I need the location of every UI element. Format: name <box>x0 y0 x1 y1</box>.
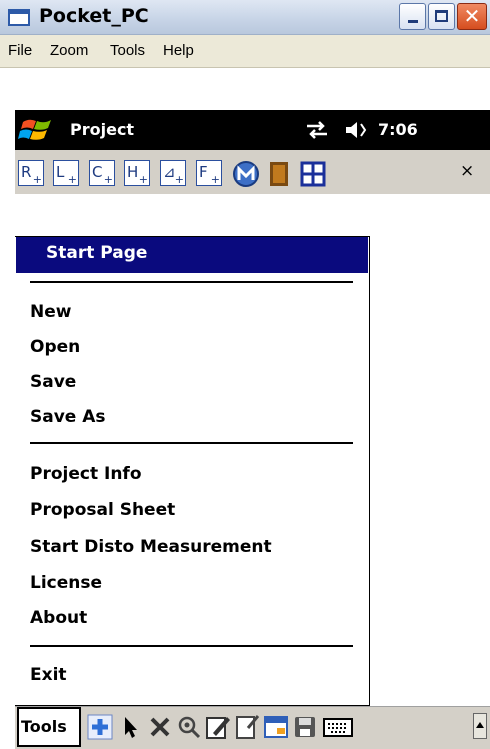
door-icon[interactable] <box>267 161 291 187</box>
maximize-icon <box>435 10 448 22</box>
speaker-icon[interactable] <box>344 120 370 140</box>
add-stair-label: ⊿ <box>163 163 176 181</box>
add-c-label: C <box>92 163 103 181</box>
up-arrow-button[interactable] <box>473 713 487 739</box>
menubar: File Zoom Tools Help <box>0 35 490 68</box>
add-r-plus: + <box>32 173 42 186</box>
device-clock[interactable]: 7:06 <box>378 120 418 139</box>
window-icon[interactable] <box>263 714 289 740</box>
add-f-button[interactable]: F + <box>196 160 222 186</box>
keyboard-icon[interactable] <box>322 714 354 740</box>
note-icon[interactable] <box>234 714 260 740</box>
add-icon[interactable] <box>87 714 113 740</box>
menu-item-project-info[interactable]: Project Info <box>30 464 142 484</box>
add-c-button[interactable]: C + <box>89 160 115 186</box>
add-f-plus: + <box>210 173 220 186</box>
menu-item-save-as[interactable]: Save As <box>30 407 106 427</box>
menu-item-start-page-label: Start Page <box>46 243 148 263</box>
window-app-icon <box>8 9 30 26</box>
save-icon[interactable] <box>292 714 318 740</box>
minimize-button[interactable] <box>399 3 426 30</box>
menu-zoom[interactable]: Zoom <box>50 42 88 59</box>
windows-start-icon[interactable] <box>17 114 61 146</box>
menu-item-license[interactable]: License <box>30 573 102 593</box>
menu-separator <box>30 281 353 283</box>
window-frame-icon[interactable] <box>300 161 326 187</box>
edit-icon[interactable] <box>205 714 231 740</box>
menu-item-proposal-sheet[interactable]: Proposal Sheet <box>30 500 175 520</box>
settings-icon[interactable] <box>176 714 202 740</box>
menu-help[interactable]: Help <box>163 42 194 59</box>
add-h-button[interactable]: H + <box>124 160 150 186</box>
connectivity-icon[interactable] <box>304 120 330 140</box>
menu-item-exit[interactable]: Exit <box>30 665 67 685</box>
add-c-plus: + <box>103 173 113 186</box>
close-button[interactable]: ✕ <box>457 3 487 30</box>
device-app-title: Project <box>70 120 135 139</box>
menu-file[interactable]: File <box>8 42 32 59</box>
maximize-button[interactable] <box>428 3 455 30</box>
add-r-label: R <box>21 163 32 181</box>
menu-item-new[interactable]: New <box>30 302 71 322</box>
minimize-icon <box>408 20 418 23</box>
tools-menu-button[interactable]: Tools <box>17 707 81 747</box>
device-screen-top <box>15 68 490 112</box>
menu-item-start-disto[interactable]: Start Disto Measurement <box>30 537 272 557</box>
window-titlebar: Pocket_PC ✕ <box>0 0 490 35</box>
up-arrow-icon <box>476 722 484 728</box>
window-title: Pocket_PC <box>39 5 149 27</box>
add-r-button[interactable]: R + <box>18 160 44 186</box>
menu-separator <box>30 645 353 647</box>
add-l-plus: + <box>67 173 77 186</box>
menu-tools[interactable]: Tools <box>110 42 145 59</box>
menu-item-about[interactable]: About <box>30 608 87 628</box>
menu-separator <box>30 442 353 444</box>
delete-icon[interactable] <box>147 714 173 740</box>
add-l-label: L <box>56 163 65 181</box>
pointer-icon[interactable] <box>118 714 144 740</box>
close-icon: ✕ <box>463 4 481 28</box>
strip-close-icon[interactable]: × <box>460 161 474 181</box>
add-stair-button[interactable]: ⊿ + <box>160 160 186 186</box>
add-h-label: H <box>127 163 139 181</box>
menu-item-open[interactable]: Open <box>30 337 80 357</box>
measure-icon[interactable] <box>232 160 260 188</box>
menu-item-save[interactable]: Save <box>30 372 76 392</box>
add-l-button[interactable]: L + <box>53 160 79 186</box>
add-stair-plus: + <box>174 173 184 186</box>
add-h-plus: + <box>138 173 148 186</box>
add-f-label: F <box>199 163 208 181</box>
